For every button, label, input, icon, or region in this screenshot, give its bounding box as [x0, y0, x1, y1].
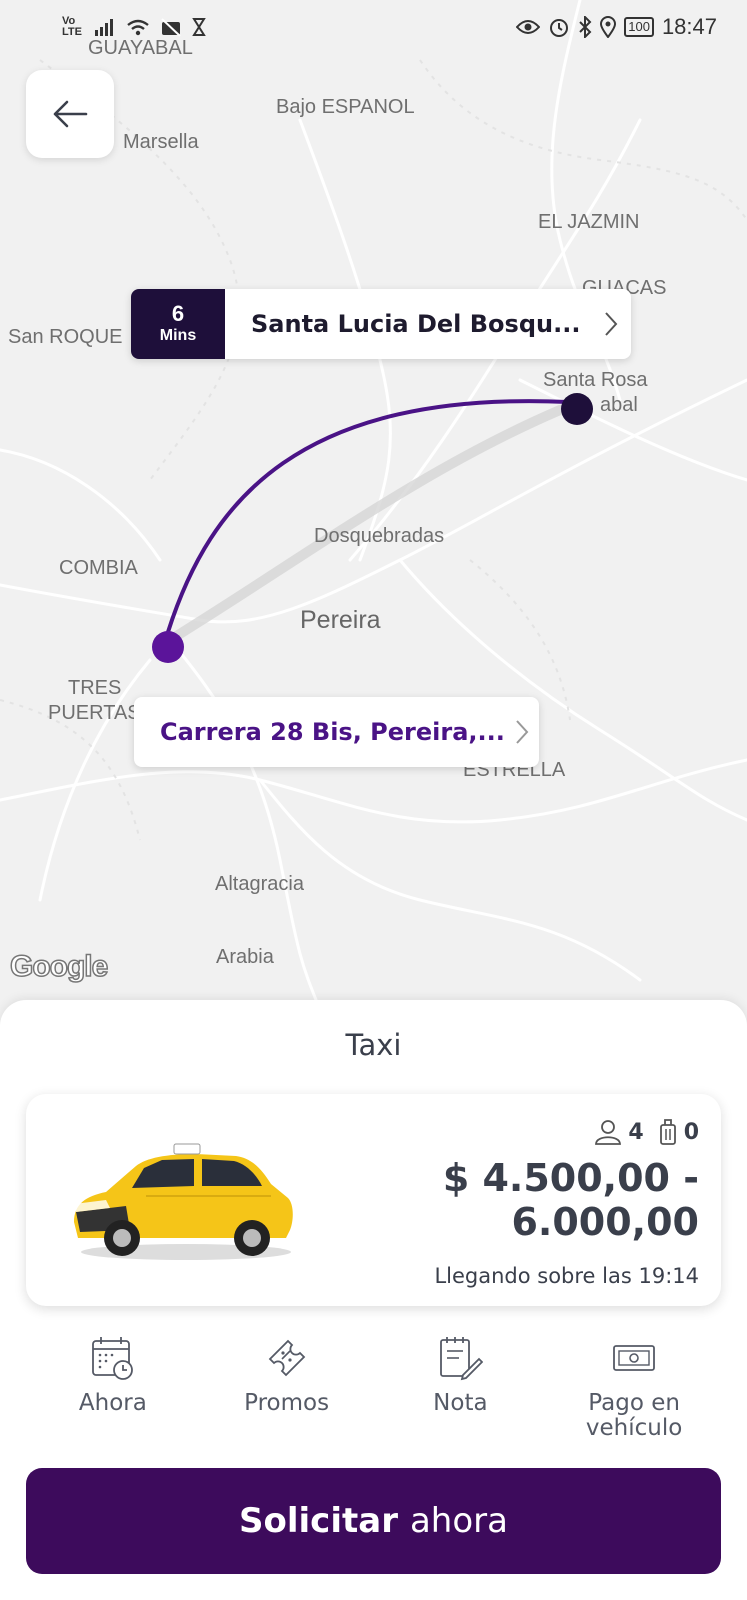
arrow-left-icon: [53, 100, 88, 128]
eta-unit: Mins: [159, 327, 197, 344]
option-label: Nota: [433, 1390, 488, 1416]
chevron-right-icon: [516, 720, 529, 744]
trip-options: Ahora Promos Nota Pago en vehículo: [26, 1335, 721, 1445]
option-payment[interactable]: Pago en vehículo: [547, 1335, 721, 1445]
origin-marker: [152, 631, 184, 663]
note-icon: [440, 1337, 484, 1381]
fare-estimate: $ 4.500,00 - 6.000,00: [443, 1156, 699, 1244]
map-label: EL JAZMIN: [538, 211, 640, 233]
map-label: COMBIA: [59, 557, 138, 579]
back-button[interactable]: [26, 70, 114, 158]
map-label: Marsella: [123, 131, 199, 153]
destination-callout[interactable]: 6 Mins Santa Lucia Del Bosqu...: [131, 289, 631, 359]
map-label: Altagracia: [215, 873, 304, 895]
battery-icon: 100: [624, 17, 654, 37]
capacity-row: 4 0: [594, 1118, 699, 1146]
chevron-right-icon: [605, 312, 618, 336]
request-now-button[interactable]: Solicitar ahora: [26, 1468, 721, 1574]
fare-line-2: 6.000,00: [511, 1200, 699, 1244]
passenger-icon: [595, 1120, 622, 1145]
location-icon: [600, 16, 617, 38]
hourglass-icon: [192, 18, 206, 36]
eye-icon: [516, 20, 541, 34]
map-label: San ROQUE: [8, 326, 123, 348]
map-roads: [0, 0, 747, 1010]
map-view[interactable]: GUAYABAL Marsella Bajo ESPANOL EL JAZMIN…: [0, 0, 747, 1010]
luggage-icon: [659, 1119, 676, 1145]
map-label: Santa Rosa: [543, 369, 648, 391]
ticket-icon: [268, 1339, 305, 1377]
taxi-car-image: [74, 1143, 293, 1260]
option-note[interactable]: Nota: [374, 1335, 548, 1445]
map-label: PUERTAS: [48, 702, 141, 724]
option-label: Pago en vehículo: [585, 1390, 683, 1441]
passenger-count: 4: [628, 1119, 644, 1145]
map-label: Dosquebradas: [314, 525, 445, 547]
bottom-sheet: Taxi 4 0 $ 4.500,00 - 6.000,00 Llegando …: [0, 1000, 747, 1600]
destination-marker: [561, 393, 593, 425]
clock: 18:47: [661, 14, 717, 39]
arrival-time: Llegando sobre las 19:14: [434, 1264, 699, 1288]
origin-callout[interactable]: Carrera 28 Bis, Pereira,...: [134, 697, 539, 767]
option-schedule[interactable]: Ahora: [26, 1335, 200, 1445]
eta-badge: 6 Mins: [131, 289, 225, 359]
option-promos[interactable]: Promos: [200, 1335, 374, 1445]
cash-icon: [613, 1345, 656, 1371]
fare-line-1: $ 4.500,00 -: [442, 1156, 699, 1200]
sheet-title: Taxi: [345, 1028, 402, 1062]
option-label: Promos: [244, 1390, 330, 1416]
calendar-clock-icon: [91, 1337, 133, 1380]
map-label: TRES: [68, 677, 122, 699]
signal-icon: [95, 19, 113, 36]
no-camera-icon: [161, 18, 181, 37]
wifi-icon: [127, 19, 149, 36]
status-bar: Vo LTE 100 18:47: [0, 0, 747, 56]
eta-value: 6: [171, 301, 185, 326]
option-label: Ahora: [78, 1390, 147, 1416]
cta-rest: ahora: [409, 1501, 508, 1541]
cta-bold: Solicitar: [239, 1501, 398, 1541]
map-label: abal: [600, 394, 638, 416]
ride-option-card[interactable]: 4 0 $ 4.500,00 - 6.000,00 Llegando sobre…: [26, 1094, 721, 1306]
google-logo: Google: [9, 949, 109, 984]
alarm-icon: [550, 19, 569, 37]
map-label: Bajo ESPANOL: [276, 96, 415, 118]
origin-address: Carrera 28 Bis, Pereira,...: [160, 718, 505, 746]
luggage-count: 0: [683, 1119, 699, 1145]
network-label: Vo LTE: [62, 15, 82, 38]
bluetooth-icon: [579, 16, 592, 38]
map-label: Pereira: [300, 606, 381, 634]
map-label: Arabia: [216, 946, 274, 968]
destination-address: Santa Lucia Del Bosqu...: [251, 310, 581, 338]
